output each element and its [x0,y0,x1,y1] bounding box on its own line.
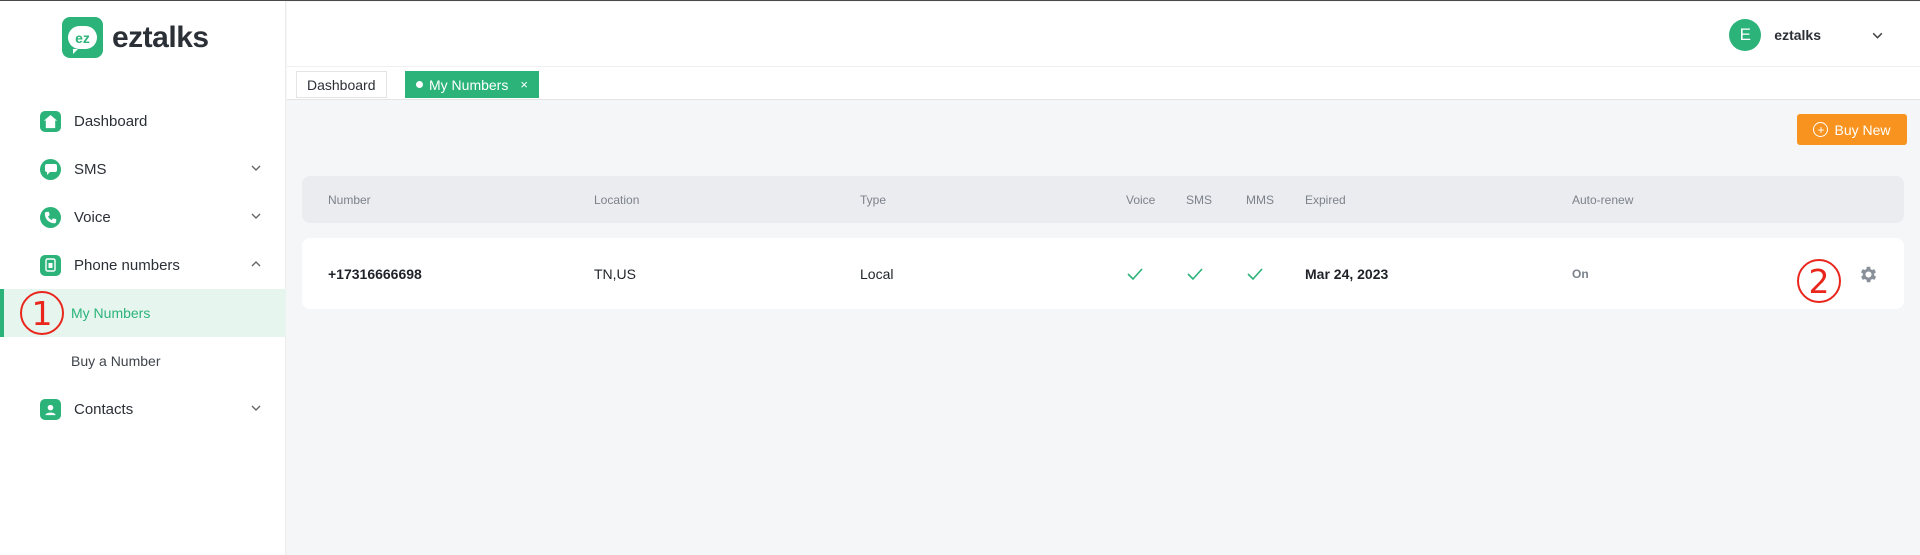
sidebar-item-voice[interactable]: Voice [0,193,286,241]
column-header-number: Number [328,192,371,207]
check-icon [1127,267,1143,280]
phone-icon [40,206,61,228]
tab-my-numbers[interactable]: My Numbers × [405,71,539,98]
cell-auto-renew: On [1572,266,1589,281]
cell-sms [1186,238,1204,309]
tab-label: My Numbers [429,76,509,93]
sidebar-item-sms[interactable]: SMS [0,145,286,193]
sidebar-subitem-label: My Numbers [71,305,151,321]
sidebar-item-phone-numbers[interactable]: Phone numbers [0,241,286,289]
avatar: E [1729,19,1762,51]
check-icon [1247,267,1263,280]
chat-icon [40,158,61,180]
home-icon [40,110,61,132]
plus-circle-icon: + [1813,122,1829,137]
chevron-down-icon[interactable] [250,402,262,414]
annotation-marker-2: 2 [1797,259,1841,303]
close-icon[interactable]: × [520,77,528,92]
table-row[interactable]: +17316666698 TN,US Local Mar 24, 2023 On [302,238,1904,309]
chevron-down-icon[interactable] [1871,29,1884,42]
sidebar-nav: Dashboard SMS Voice Phone numbers My Num… [0,97,286,433]
buy-new-button[interactable]: + Buy New [1797,114,1907,145]
check-icon [1187,267,1203,280]
cell-type: Local [860,265,894,282]
logo-icon: ez [62,17,103,58]
sidebar-subitem-my-numbers[interactable]: My Numbers 1 [0,289,286,337]
top-bar: E eztalks [287,2,1920,66]
active-dot-icon [416,81,423,88]
column-header-type: Type [860,192,887,207]
sidebar-item-label: SMS [74,160,107,178]
gear-icon[interactable] [1858,264,1879,285]
column-header-mms: MMS [1246,192,1274,207]
sidebar: ez eztalks Dashboard SMS Voice Phone num… [0,1,286,555]
sidebar-subitem-buy-a-number[interactable]: Buy a Number [0,337,286,385]
chevron-down-icon[interactable] [250,162,262,174]
table-header: Number Location Type Voice SMS MMS Expir… [302,176,1904,223]
sidebar-subitem-label: Buy a Number [71,353,161,369]
cell-voice [1126,238,1144,309]
sidebar-item-dashboard[interactable]: Dashboard [0,97,286,145]
app-window: ez eztalks Dashboard SMS Voice Phone num… [0,0,1920,555]
annotation-marker-1: 1 [20,291,64,335]
cell-expired: Mar 24, 2023 [1305,265,1389,282]
logo-mark-text: ez [75,29,90,46]
column-header-auto-renew: Auto-renew [1572,192,1634,207]
chevron-up-icon[interactable] [250,258,262,270]
user-menu[interactable]: E eztalks [1729,19,1884,51]
cell-location: TN,US [594,265,636,282]
user-name: eztalks [1774,27,1821,43]
sim-card-icon [40,254,61,276]
column-header-voice: Voice [1126,192,1156,207]
tab-dashboard[interactable]: Dashboard [296,71,387,98]
column-header-sms: SMS [1186,192,1213,207]
logo[interactable]: ez eztalks [62,17,209,58]
column-header-location: Location [594,192,640,207]
brand-name: eztalks [112,20,209,54]
cell-number: +17316666698 [328,265,422,282]
sidebar-item-label: Contacts [74,400,134,418]
column-header-expired: Expired [1305,192,1346,207]
sidebar-item-label: Voice [74,208,111,226]
contact-icon [40,398,61,420]
tab-label: Dashboard [307,76,376,93]
tabs-bar: Dashboard My Numbers × [287,66,1920,100]
sidebar-item-label: Dashboard [74,112,148,130]
chevron-down-icon[interactable] [250,210,262,222]
sidebar-item-label: Phone numbers [74,256,180,274]
sidebar-item-contacts[interactable]: Contacts [0,385,286,433]
buy-new-label: Buy New [1834,121,1891,138]
cell-mms [1246,238,1264,309]
